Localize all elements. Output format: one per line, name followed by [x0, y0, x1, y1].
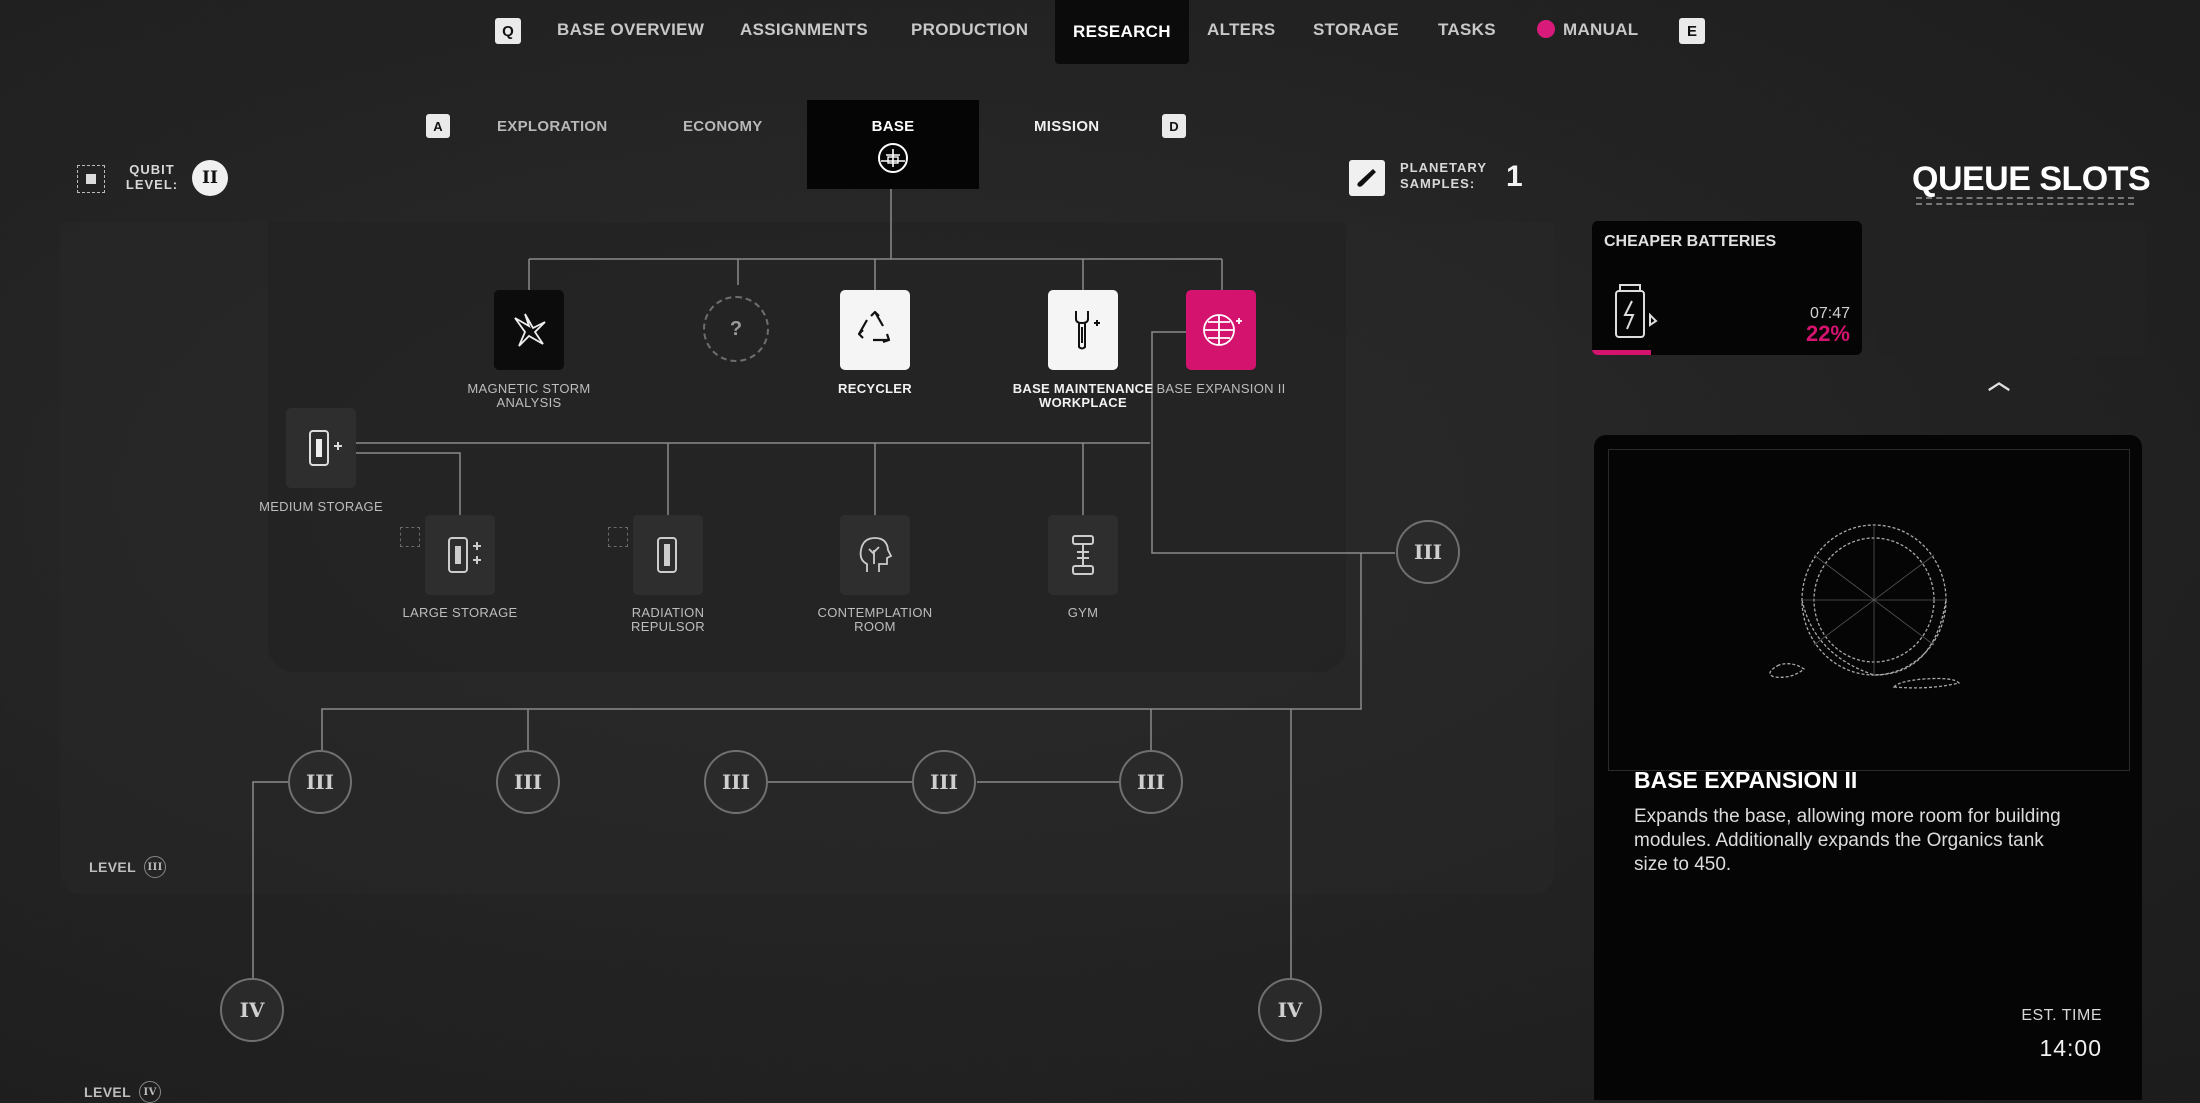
label-recycler: RECYCLER — [838, 381, 912, 396]
queue-slot-2-empty[interactable] — [1877, 221, 2145, 355]
ring-blueprint-icon — [1769, 524, 1961, 689]
label-large-storage: LARGE STORAGE — [402, 605, 518, 620]
queue-slot-1-progress — [1592, 350, 1652, 355]
chevron-up-icon[interactable]: ︿ — [1988, 364, 2010, 396]
battery-icon — [657, 537, 677, 573]
label-base-expansion-ii: BASE EXPANSION II — [1156, 381, 1286, 396]
label-radiation-repulsor: RADIATION REPULSOR — [631, 605, 705, 634]
locked-slot-icon — [608, 527, 628, 547]
wrench-icon — [1075, 311, 1100, 350]
node-gym[interactable] — [1048, 515, 1118, 595]
est-time-value: 14:00 — [2039, 1035, 2102, 1061]
tier3-node[interactable]: III — [1119, 750, 1183, 814]
queue-slot-1-title: CHEAPER BATTERIES — [1604, 233, 1777, 250]
node-radiation-repulsor[interactable] — [633, 515, 703, 595]
node-large-storage[interactable] — [425, 515, 495, 595]
info-title: BASE EXPANSION II — [1634, 767, 1858, 793]
locked-slot-icon — [400, 527, 420, 547]
tab-manual-label: MANUAL — [1563, 20, 1639, 39]
nav-next-key[interactable]: E — [1679, 18, 1705, 44]
level-3-label: LEVEL III — [89, 856, 167, 878]
tier3-node[interactable]: III — [912, 750, 976, 814]
queue-title-underline — [1916, 197, 2134, 205]
label-medium-storage: MEDIUM STORAGE — [259, 499, 383, 514]
tier4-node[interactable]: IV — [1258, 978, 1322, 1042]
battery-plus-icon — [309, 430, 342, 466]
battery-plus-icon — [448, 537, 481, 573]
node-medium-storage[interactable] — [286, 408, 356, 488]
head-tree-icon — [859, 537, 893, 572]
tier3-node[interactable]: III — [288, 750, 352, 814]
level-3-badge: III — [144, 856, 167, 878]
node-base-expansion-ii[interactable] — [1186, 290, 1256, 370]
level-3-text: LEVEL — [89, 859, 137, 875]
dumbbell-icon — [1072, 535, 1094, 575]
label-contemplation-room: CONTEMPLATION ROOM — [817, 605, 933, 634]
blueprint-side-code — [1610, 475, 1622, 695]
queue-slot-1-percent: 22% — [1805, 321, 1850, 346]
unknown-icon: ? — [729, 317, 743, 340]
label-magnetic-storm-analysis: MAGNETIC STORM ANALYSIS — [467, 381, 591, 410]
tier3-node[interactable]: III — [1396, 520, 1460, 584]
node-base-maintenance-workplace[interactable] — [1048, 290, 1118, 370]
recycle-icon — [857, 310, 891, 344]
est-time-label: EST. TIME — [2021, 1007, 2102, 1024]
node-recycler[interactable] — [840, 290, 910, 370]
tier3-node[interactable]: III — [496, 750, 560, 814]
node-magnetic-storm-analysis[interactable] — [494, 290, 564, 370]
label-base-maintenance-workplace: BASE MAINTENANCE WORKPLACE — [1012, 381, 1154, 410]
level-4-text: LEVEL — [84, 1084, 132, 1100]
tier4-node[interactable]: IV — [220, 978, 284, 1042]
magnetic-storm-icon — [514, 313, 546, 347]
research-info-card: BASE EXPANSION II Expands the base, allo… — [1594, 435, 2142, 1100]
queue-slots-title: QUEUE SLOTS — [1912, 160, 2151, 198]
node-unknown[interactable]: ? — [703, 296, 769, 362]
info-description: Expands the base, allowing more room for… — [1634, 806, 2061, 875]
tree-connectors — [252, 189, 1395, 980]
node-contemplation-room[interactable] — [840, 515, 910, 595]
battery-icon — [1615, 284, 1658, 338]
queue-slot-1[interactable]: CHEAPER BATTERIES 07:47 22% — [1592, 221, 1862, 355]
tier3-node[interactable]: III — [704, 750, 768, 814]
globe-plus-icon — [1203, 314, 1242, 346]
label-gym: GYM — [1067, 605, 1099, 620]
